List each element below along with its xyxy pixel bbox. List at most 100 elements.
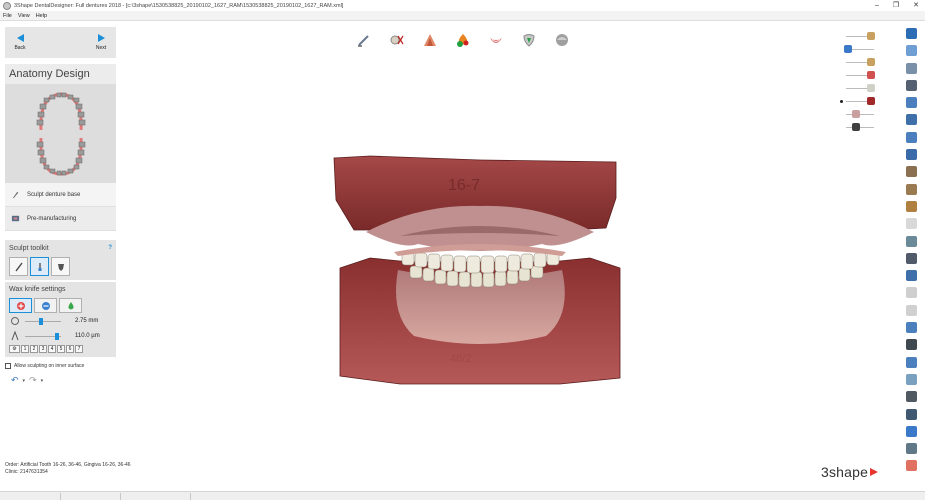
back-button[interactable]: Back [5, 27, 35, 58]
layer-thumb-icon[interactable] [866, 32, 875, 40]
preset-settings-icon[interactable]: ⚙ [9, 345, 20, 353]
menu-file[interactable]: File [3, 13, 12, 19]
tooth-crown-icon[interactable] [520, 31, 537, 48]
layer-slider-3[interactable] [840, 56, 888, 69]
right-tool-5-icon[interactable] [905, 97, 917, 109]
right-tool-26-icon[interactable] [905, 460, 917, 472]
amount-value: 110.0 µm [75, 333, 100, 339]
right-tool-3-icon[interactable] [905, 62, 917, 74]
preset-1-button[interactable]: 1 [21, 345, 29, 353]
radius-slider-row: 2.75 mm [9, 314, 112, 328]
right-tool-18-icon[interactable] [905, 322, 917, 334]
right-tool-1-icon[interactable] [905, 28, 917, 39]
dental-arch-preview[interactable] [5, 84, 116, 183]
right-tool-13-icon[interactable] [905, 235, 917, 247]
redo-dropdown-icon[interactable]: ▾ [41, 378, 44, 384]
right-tool-11-icon[interactable] [905, 200, 917, 212]
sculpt-brush-icon[interactable] [355, 31, 372, 48]
brush-icon [38, 262, 41, 271]
right-tool-15-icon[interactable] [905, 270, 917, 282]
add-material-button[interactable] [9, 298, 32, 313]
right-tool-9-icon[interactable] [905, 166, 917, 178]
preset-7-button[interactable]: 7 [75, 345, 83, 353]
layer-slider-2[interactable] [840, 43, 888, 56]
clinic-value: 2147631354 [20, 469, 48, 475]
window-title: 3Shape DentalDesigner: Full dentures 201… [14, 2, 344, 9]
maximize-button[interactable]: ❐ [893, 0, 899, 11]
smooth-tool-button[interactable] [30, 257, 49, 276]
wax-knife-icon [12, 191, 19, 199]
preset-6-button[interactable]: 6 [66, 345, 74, 353]
layer-slider-6[interactable] [840, 95, 888, 108]
right-tool-22-icon[interactable] [905, 391, 917, 403]
amount-slider[interactable] [25, 332, 61, 340]
lower-arch-icon[interactable] [487, 31, 504, 48]
next-button[interactable]: Next [86, 27, 116, 58]
step-sculpt-denture-base[interactable]: Sculpt denture base [5, 183, 116, 207]
svg-text:16-7: 16-7 [448, 177, 480, 194]
right-tool-20-icon[interactable] [905, 356, 917, 368]
right-tool-19-icon[interactable] [905, 339, 917, 351]
layer-slider-1[interactable] [840, 30, 888, 43]
menu-view[interactable]: View [18, 13, 30, 19]
right-tool-10-icon[interactable] [905, 183, 917, 195]
right-tool-24-icon[interactable] [905, 425, 917, 437]
wax-knife-tool-button[interactable] [9, 257, 28, 276]
layer-transparency-sliders [840, 30, 888, 134]
layer-slider-4[interactable] [840, 69, 888, 82]
height-icon [11, 331, 19, 341]
smooth-material-button[interactable] [59, 298, 82, 313]
layer-thumb-icon[interactable] [866, 58, 875, 66]
articulator-icon[interactable] [421, 31, 438, 48]
right-tool-12-icon[interactable] [905, 218, 917, 230]
allow-inner-surface-checkbox[interactable] [5, 363, 11, 369]
right-tool-21-icon[interactable] [905, 373, 917, 385]
layer-slider-8[interactable] [840, 121, 888, 134]
shape-tool-button[interactable] [51, 257, 70, 276]
close-button[interactable]: ✕ [913, 0, 919, 11]
minimize-button[interactable]: – [875, 0, 879, 11]
preset-3-button[interactable]: 3 [39, 345, 47, 353]
preset-4-button[interactable]: 4 [48, 345, 56, 353]
layer-thumb-icon[interactable] [866, 71, 875, 79]
back-label: Back [14, 45, 26, 51]
right-tool-8-icon[interactable] [905, 149, 917, 161]
right-tool-17-icon[interactable] [905, 304, 917, 316]
preset-2-button[interactable]: 2 [30, 345, 38, 353]
redo-icon[interactable]: ↷ [29, 375, 37, 386]
radius-icon [11, 317, 19, 325]
layer-thumb-icon[interactable] [852, 110, 861, 118]
right-tool-2-icon[interactable] [905, 45, 917, 57]
3d-model-viewport[interactable]: 16-7 46/2 [310, 140, 650, 400]
layer-slider-7[interactable] [840, 108, 888, 121]
right-tool-7-icon[interactable] [905, 131, 917, 143]
sphere-shading-icon[interactable] [553, 31, 570, 48]
layer-thumb-icon[interactable] [866, 97, 875, 105]
right-tool-14-icon[interactable] [905, 252, 917, 264]
undo-icon[interactable]: ↶ [11, 375, 19, 386]
preset-5-button[interactable]: 5 [57, 345, 65, 353]
right-tool-16-icon[interactable] [905, 287, 917, 299]
allow-inner-surface-option[interactable]: Allow sculpting on inner surface [5, 361, 116, 371]
right-tool-25-icon[interactable] [905, 443, 917, 455]
layer-thumb-icon[interactable] [852, 123, 861, 131]
right-tool-6-icon[interactable] [905, 114, 917, 126]
tooth-cut-icon[interactable] [388, 31, 405, 48]
status-bar [0, 491, 925, 500]
layer-thumb-icon[interactable] [866, 84, 875, 92]
radius-slider[interactable] [25, 317, 61, 325]
right-tool-4-icon[interactable] [905, 79, 917, 91]
toolkit-title: Sculpt toolkit [9, 244, 49, 252]
menu-help[interactable]: Help [36, 13, 47, 19]
gingiva-color-icon[interactable] [454, 31, 471, 48]
layer-slider-5[interactable] [840, 82, 888, 95]
radius-slider-thumb[interactable] [39, 317, 44, 325]
layer-thumb-icon[interactable] [844, 45, 852, 53]
undo-dropdown-icon[interactable]: ▾ [23, 378, 26, 384]
step-pre-manufacturing[interactable]: Pre-manufacturing [5, 207, 116, 231]
right-tool-23-icon[interactable] [905, 408, 917, 420]
shape-icon [57, 263, 64, 271]
remove-material-button[interactable] [34, 298, 57, 313]
help-icon[interactable]: ? [108, 245, 112, 251]
amount-slider-thumb[interactable] [55, 332, 60, 340]
